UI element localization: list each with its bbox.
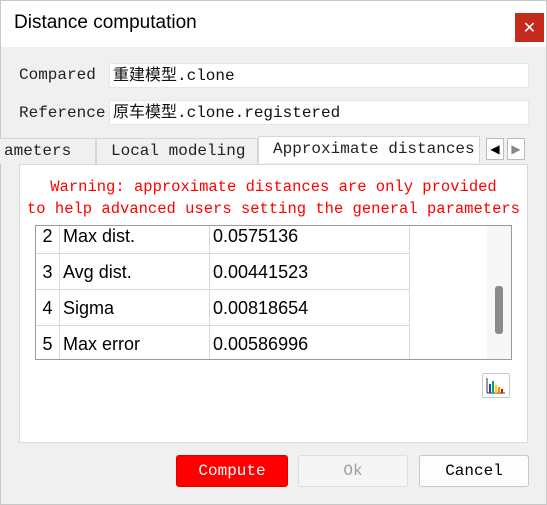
table-scrollbar[interactable] [487,226,511,359]
row-value: 0.00818654 [211,290,410,325]
compared-label: Compared [19,66,96,84]
table-row[interactable]: 3 Avg dist. 0.00441523 [36,254,410,290]
reference-field: 原车模型.clone.registered [109,100,529,125]
warning-line-1: Warning: approximate distances are only … [50,178,497,196]
distances-table[interactable]: 2 Max dist. 0.0575136 3 Avg dist. 0.0044… [35,225,512,360]
row-index: 2 [36,226,60,253]
row-name: Sigma [61,290,210,325]
close-icon[interactable]: ✕ [515,13,544,42]
row-index: 4 [36,290,60,325]
title-bar[interactable]: Distance computation ✕ [1,1,546,47]
table-row[interactable]: 5 Max error 0.00586996 [36,326,410,359]
row-name: Avg dist. [61,254,210,289]
tab-scroll-right-icon[interactable]: ▶ [507,138,525,160]
tab-approximate-distances[interactable]: Approximate distances [258,136,480,163]
row-value: 0.0575136 [211,226,410,253]
reference-label: Reference [19,104,106,122]
warning-line-2: to help advanced users setting the gener… [27,200,520,218]
tab-scroll-left-icon[interactable]: ◀ [486,138,504,160]
row-name: Max dist. [61,226,210,253]
row-value: 0.00586996 [211,326,410,359]
row-index: 3 [36,254,60,289]
compute-button[interactable]: Compute [176,455,288,487]
tab-bar: ameters Local modeling Approximate dista… [0,136,547,164]
row-name: Max error [61,326,210,359]
window-title: Distance computation [14,12,197,33]
tab-parameters[interactable]: ameters [0,138,96,164]
tab-local-modeling[interactable]: Local modeling [96,138,258,164]
compared-field: 重建模型.clone [109,63,529,88]
scrollbar-thumb[interactable] [495,286,503,334]
ok-button[interactable]: Ok [298,455,408,487]
histogram-icon [486,378,505,394]
row-value: 0.00441523 [211,254,410,289]
row-index: 5 [36,326,60,359]
cancel-button[interactable]: Cancel [419,455,529,487]
histogram-button[interactable] [482,373,510,398]
table-row[interactable]: 2 Max dist. 0.0575136 [36,226,410,254]
table-row[interactable]: 4 Sigma 0.00818654 [36,290,410,326]
distance-computation-dialog: Distance computation ✕ Compared 重建模型.clo… [0,0,547,505]
